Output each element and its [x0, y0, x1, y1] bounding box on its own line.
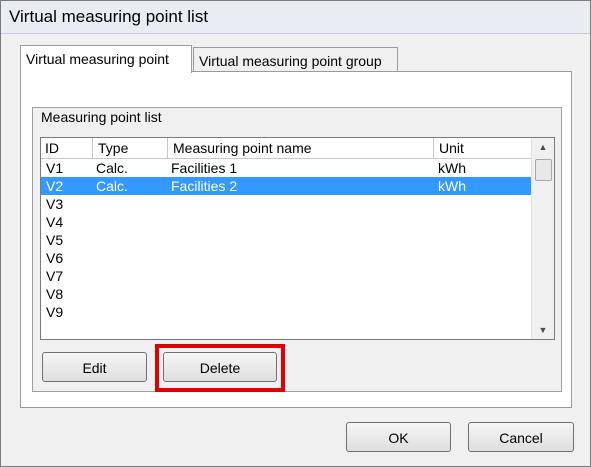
cell-id: V4 [46, 214, 64, 230]
table-row[interactable]: V1 Calc. Facilities 1 kWh [41, 159, 531, 177]
table-row[interactable]: V8 [41, 285, 531, 303]
tab-label: Virtual measuring point group [199, 53, 382, 69]
tab-virtual-measuring-point[interactable]: Virtual measuring point [20, 45, 192, 73]
cell-id: V8 [46, 286, 64, 302]
tab-label: Virtual measuring point [26, 51, 169, 67]
table-row[interactable]: V4 [41, 213, 531, 231]
tab-virtual-measuring-point-group[interactable]: Virtual measuring point group [193, 47, 398, 73]
cell-id: V1 [46, 160, 64, 176]
column-header-id[interactable]: ID [41, 138, 93, 158]
title-bar[interactable]: Virtual measuring point list [1, 1, 590, 34]
table-row[interactable]: V7 [41, 267, 531, 285]
cancel-button[interactable]: Cancel [468, 422, 574, 452]
cell-unit: kWh [438, 178, 466, 194]
cell-type: Calc. [96, 160, 128, 176]
table-row[interactable]: V5 [41, 231, 531, 249]
vertical-scrollbar[interactable]: ▲ ▼ [531, 138, 554, 339]
cell-id: V3 [46, 196, 64, 212]
scroll-down-arrow-icon[interactable]: ▼ [532, 321, 554, 339]
cell-id: V9 [46, 304, 64, 320]
table-row[interactable]: V9 [41, 303, 531, 321]
scroll-up-arrow-icon[interactable]: ▲ [532, 138, 554, 156]
cell-type: Calc. [96, 178, 128, 194]
ok-button[interactable]: OK [346, 422, 451, 452]
delete-highlight-box [155, 344, 285, 392]
scroll-thumb[interactable] [535, 159, 552, 181]
group-title: Measuring point list [41, 109, 162, 125]
window-title: Virtual measuring point list [9, 7, 209, 26]
cell-id: V6 [46, 250, 64, 266]
cell-id: V5 [46, 232, 64, 248]
column-header-type[interactable]: Type [94, 138, 168, 158]
edit-button[interactable]: Edit [42, 352, 147, 382]
list-header: ID Type Measuring point name Unit [41, 138, 531, 159]
table-row[interactable]: V3 [41, 195, 531, 213]
column-header-name[interactable]: Measuring point name [169, 138, 434, 158]
measuring-point-listview[interactable]: ID Type Measuring point name Unit V1 Calc… [40, 137, 555, 340]
table-row[interactable]: V6 [41, 249, 531, 267]
cell-id: V2 [46, 178, 64, 194]
column-header-unit[interactable]: Unit [435, 138, 531, 158]
cell-id: V7 [46, 268, 64, 284]
list-rows: V1 Calc. Facilities 1 kWh V2 Calc. Facilities … [41, 159, 531, 321]
table-row[interactable]: V2 Calc. Facilities 2 kWh [41, 177, 531, 195]
cell-name: Facilities 1 [171, 160, 238, 176]
cell-name: Facilities 2 [171, 178, 238, 194]
cell-unit: kWh [438, 160, 466, 176]
